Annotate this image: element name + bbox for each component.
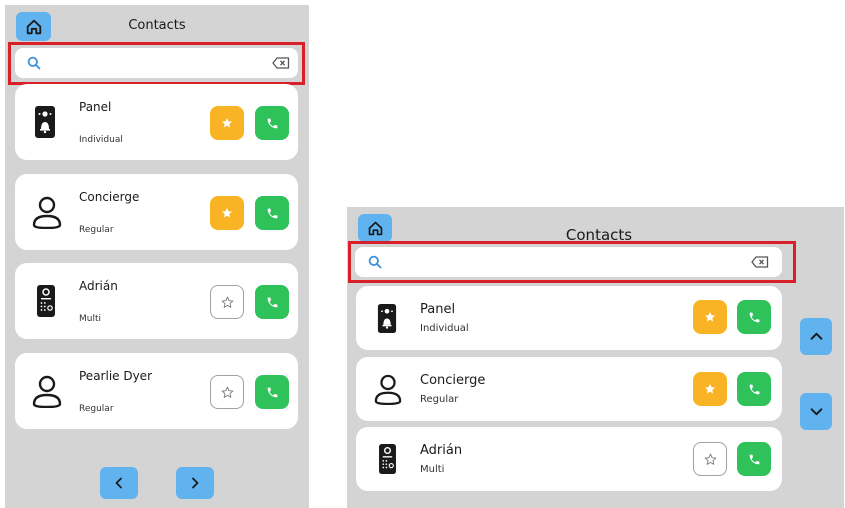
phone-icon [267,208,277,218]
search-input[interactable] [355,247,782,277]
home-icon [368,221,382,235]
door-panel-icon [34,104,56,140]
star-icon [705,384,715,394]
contact-type: Regular [79,225,114,235]
intercom-keypad-icon [377,442,397,476]
star-icon [222,118,232,128]
call-button[interactable] [737,442,771,476]
contact-card[interactable]: Panel Individual [356,286,782,350]
call-button[interactable] [737,372,771,406]
contacts-screen-scroll: Contacts Panel Individual Concierge Regu… [347,207,844,508]
favorite-button[interactable] [693,300,727,334]
phone-icon [749,454,759,464]
search-input[interactable] [15,48,298,78]
contact-name: Pearlie Dyer [79,369,153,383]
intercom-keypad-icon [35,283,57,319]
contact-name: Panel [420,302,456,317]
next-page-button[interactable] [176,467,214,499]
contact-type: Individual [79,135,123,145]
chevron-right-icon [192,477,199,489]
home-icon [26,19,41,34]
star-outline-icon [221,296,233,308]
contact-card[interactable]: Adrián Multi [15,263,298,339]
door-panel-icon [376,301,398,335]
home-button[interactable] [358,214,392,242]
call-button[interactable] [255,196,289,230]
contact-card[interactable]: Pearlie Dyer Regular [15,353,298,429]
call-button[interactable] [255,375,289,409]
star-outline-icon [704,453,716,465]
search-icon [368,255,382,269]
star-icon [222,208,232,218]
favorite-button[interactable] [210,196,244,230]
scroll-up-button[interactable] [800,318,832,355]
chevron-down-icon [810,408,822,416]
star-outline-icon [221,386,233,398]
call-button[interactable] [737,300,771,334]
phone-icon [749,312,759,322]
contact-name: Adrián [79,279,118,293]
phone-icon [267,387,277,397]
favorite-button[interactable] [210,285,244,319]
phone-icon [749,384,759,394]
contact-type: Regular [79,404,114,414]
contact-type: Multi [79,314,101,324]
person-icon [32,194,62,230]
contact-type: Individual [420,323,469,334]
contact-card[interactable]: Concierge Regular [356,357,782,421]
chevron-up-icon [810,332,822,340]
star-icon [705,312,715,322]
contact-card[interactable]: Adrián Multi [356,427,782,491]
scroll-down-button[interactable] [800,393,832,430]
phone-icon [267,118,277,128]
home-button[interactable] [16,12,51,41]
contact-type: Regular [420,394,459,405]
prev-page-button[interactable] [100,467,138,499]
call-button[interactable] [255,106,289,140]
contact-card[interactable]: Concierge Regular [15,174,298,250]
person-icon [373,372,403,406]
clear-icon[interactable] [751,256,769,268]
search-icon [27,56,41,70]
phone-icon [267,297,277,307]
favorite-button[interactable] [693,442,727,476]
favorite-button[interactable] [210,375,244,409]
person-icon [32,373,62,409]
contact-type: Multi [420,464,445,475]
contact-card[interactable]: Panel Individual [15,84,298,160]
contacts-screen-paged: Contacts Panel Individual Concierge Regu… [5,5,309,508]
favorite-button[interactable] [693,372,727,406]
contact-name: Adrián [420,443,463,458]
chevron-left-icon [115,477,122,489]
contact-name: Concierge [79,190,140,204]
call-button[interactable] [255,285,289,319]
contact-name: Panel [79,100,112,114]
favorite-button[interactable] [210,106,244,140]
page-title: Contacts [128,18,186,33]
clear-icon[interactable] [272,57,290,69]
contact-name: Concierge [420,373,486,388]
